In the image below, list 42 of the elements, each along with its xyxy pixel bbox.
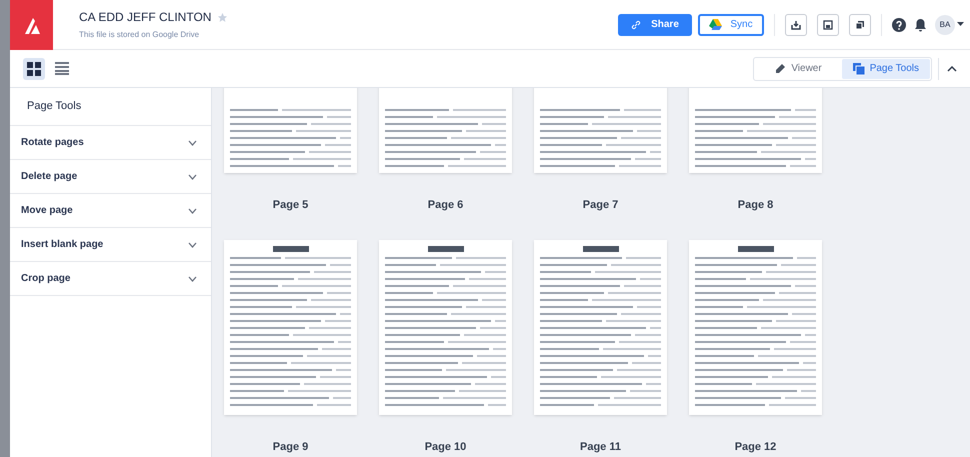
page-label: Page 8 xyxy=(738,198,774,213)
storage-note: This file is stored on Google Drive xyxy=(79,29,200,41)
page-label: Page 10 xyxy=(424,440,466,454)
page-thumbnail[interactable] xyxy=(224,240,357,414)
app-logo[interactable] xyxy=(10,0,53,50)
page-thumbnail[interactable] xyxy=(534,88,667,173)
pages-icon xyxy=(852,62,865,74)
collapse-icon[interactable] xyxy=(947,66,957,72)
tool-section[interactable]: Crop page xyxy=(10,262,211,296)
page-label: Page 7 xyxy=(582,198,618,213)
page-thumbnail[interactable] xyxy=(379,88,512,173)
page-thumbnail[interactable] xyxy=(224,88,357,173)
panel-title: Page Tools xyxy=(10,88,211,126)
page-label: Page 9 xyxy=(272,440,308,454)
page-thumbnail[interactable] xyxy=(379,240,512,414)
bell-icon[interactable] xyxy=(914,18,927,32)
caret-icon[interactable] xyxy=(957,22,964,27)
tool-section[interactable]: Rotate pages xyxy=(10,126,211,160)
document-title: CA EDD JEFF CLINTON xyxy=(79,9,212,26)
page-label: Page 5 xyxy=(272,198,308,213)
download-icon[interactable] xyxy=(785,14,807,36)
drive-icon xyxy=(709,19,722,30)
help-icon[interactable] xyxy=(892,18,906,32)
pencil-icon xyxy=(775,63,786,74)
user-avatar[interactable]: BA xyxy=(935,14,955,34)
star-icon[interactable] xyxy=(217,12,228,22)
page-label: Page 6 xyxy=(428,198,464,213)
page-thumbnail[interactable] xyxy=(534,240,667,414)
tool-section[interactable]: Delete page xyxy=(10,160,211,194)
page-label: Page 12 xyxy=(734,440,776,454)
tool-section[interactable]: Insert blank page xyxy=(10,228,211,262)
page-thumbnail[interactable] xyxy=(689,88,822,173)
page-thumbnail[interactable] xyxy=(689,240,822,414)
copy-icon[interactable] xyxy=(849,14,871,36)
tool-section[interactable]: Move page xyxy=(10,194,211,228)
mode-tab[interactable]: Page Tools xyxy=(842,58,930,78)
share-button[interactable]: Share xyxy=(618,14,692,36)
save-icon[interactable] xyxy=(817,14,839,36)
grid-view-icon[interactable] xyxy=(23,58,45,80)
page-label: Page 11 xyxy=(580,440,621,454)
sync-button[interactable]: Sync xyxy=(698,14,764,36)
link-icon xyxy=(631,20,642,30)
